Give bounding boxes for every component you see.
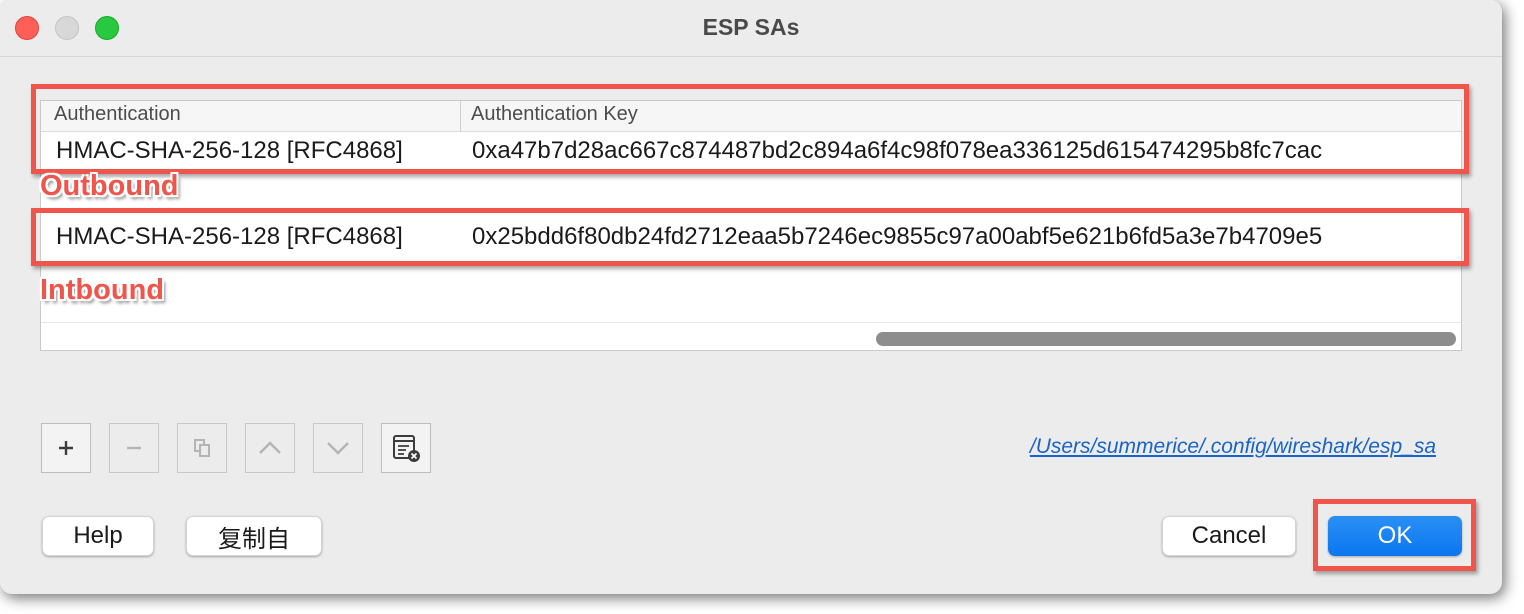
move-up-button[interactable]	[245, 423, 295, 473]
copy-entry-button[interactable]	[177, 423, 227, 473]
esp-sa-file-path-link[interactable]: /Users/summerice/.config/wireshark/esp_s…	[1030, 435, 1436, 459]
row-divider	[41, 322, 1461, 323]
clear-list-button[interactable]	[381, 423, 431, 473]
horizontal-scrollbar[interactable]	[876, 332, 1456, 346]
title-bar: ESP SAs	[0, 0, 1502, 57]
chevron-up-icon	[259, 441, 281, 454]
inbound-annotation: Intbound	[40, 274, 165, 306]
plus-icon	[59, 441, 73, 455]
help-button[interactable]: Help	[42, 516, 154, 556]
clear-list-icon	[393, 435, 420, 462]
inbound-highlight-box	[31, 208, 1469, 266]
outbound-highlight-box	[31, 84, 1469, 174]
window-title: ESP SAs	[702, 14, 800, 40]
copy-from-button[interactable]: 复制自	[186, 516, 322, 556]
add-entry-button[interactable]	[41, 423, 91, 473]
esp-sas-dialog: ESP SAs Authentication Authentication Ke…	[0, 0, 1502, 594]
outbound-annotation: Outbound	[40, 170, 179, 202]
minus-icon	[127, 446, 141, 450]
chevron-down-icon	[327, 442, 349, 455]
remove-entry-button[interactable]	[109, 423, 159, 473]
move-down-button[interactable]	[313, 423, 363, 473]
ok-button[interactable]: OK	[1328, 516, 1462, 556]
copy-icon	[194, 439, 210, 457]
cancel-button[interactable]: Cancel	[1162, 516, 1296, 556]
